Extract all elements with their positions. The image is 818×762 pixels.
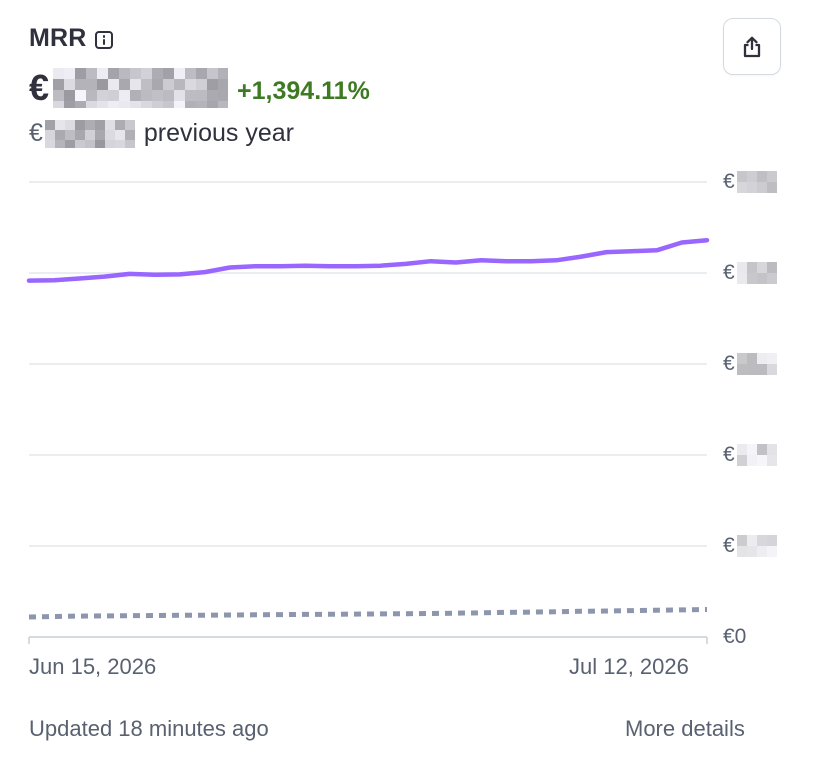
share-icon [743, 36, 761, 57]
more-details-link[interactable]: More details [625, 716, 745, 742]
y-tick-label-redacted: € [723, 534, 777, 558]
y-tick-label-redacted: € [723, 352, 777, 376]
y-tick-currency: € [723, 443, 735, 466]
redacted-y-tick-value [736, 444, 777, 466]
y-tick-label-redacted: € [723, 261, 777, 285]
share-button[interactable] [723, 18, 781, 75]
currency-symbol: € [29, 67, 50, 108]
card-title: MRR [29, 24, 87, 52]
previous-year-label: previous year [143, 119, 294, 147]
y-tick-currency: € [723, 170, 735, 193]
x-axis-start-label: Jun 15, 2026 [29, 654, 157, 679]
title-row: MRR [29, 24, 113, 53]
mrr-card: MRR € +1,394.11% € previous year € € € € € €0… [0, 0, 818, 762]
change-percent: +1,394.11% [237, 76, 370, 105]
y-tick-currency: € [723, 261, 735, 284]
previous-year-row: € previous year [29, 119, 294, 148]
y-tick-currency: € [723, 352, 735, 375]
y-tick-label-zero: €0 [723, 625, 747, 648]
redacted-mrr-value [53, 68, 229, 108]
info-icon[interactable] [94, 30, 113, 49]
previous-currency-symbol: € [29, 119, 43, 147]
mrr-value-row: € +1,394.11% [29, 66, 370, 110]
y-tick-label-redacted: € [723, 170, 777, 194]
y-tick-currency: € [723, 534, 735, 557]
y-tick-label-redacted: € [723, 443, 777, 467]
redacted-y-tick-value [736, 535, 777, 557]
mrr-line-chart [26, 181, 710, 644]
updated-timestamp: Updated 18 minutes ago [29, 716, 269, 741]
redacted-y-tick-value [736, 262, 777, 284]
redacted-previous-value [44, 119, 135, 148]
x-axis-end-label: Jul 12, 2026 [569, 654, 689, 679]
redacted-y-tick-value [736, 171, 777, 193]
series-line-current [26, 237, 710, 283]
redacted-y-tick-value [736, 353, 777, 375]
series-line-previous-year [28, 607, 708, 620]
